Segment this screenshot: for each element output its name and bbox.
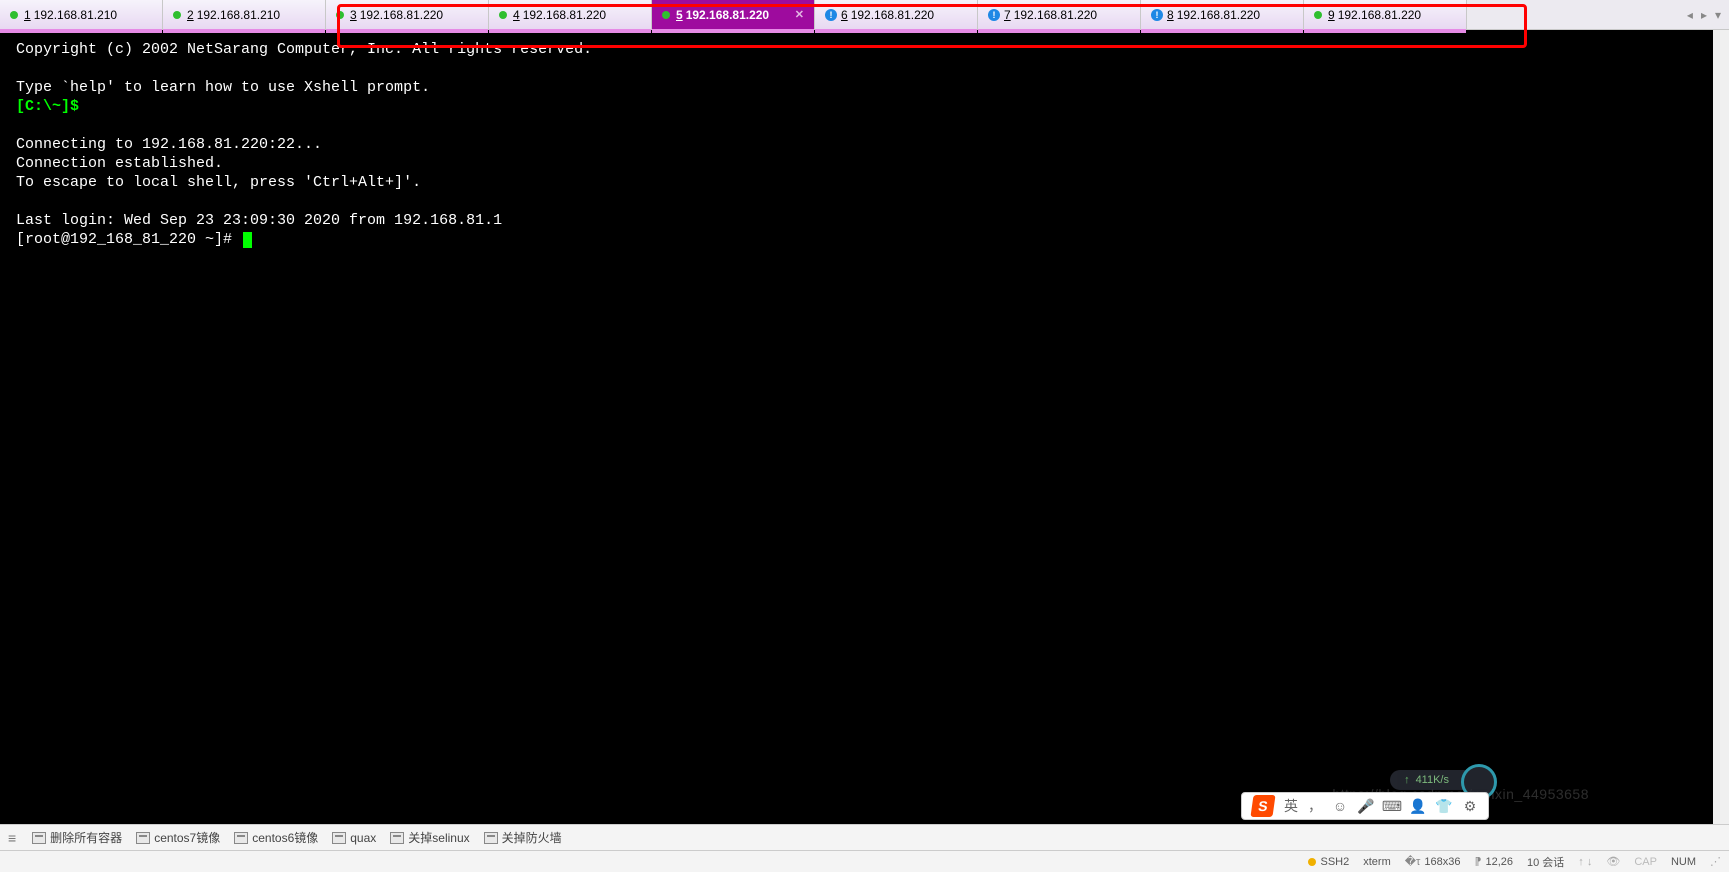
- tab-label: 192.168.81.220: [1014, 8, 1097, 22]
- terminal-prompt: [C:\~]$: [16, 98, 79, 115]
- connection-dot-icon: [1308, 858, 1316, 866]
- status-cap-lock: CAP: [1634, 856, 1657, 868]
- terminal-line: Copyright (c) 2002 NetSarang Computer, I…: [16, 41, 592, 58]
- status-dot-icon: [10, 11, 18, 19]
- script-icon: [484, 832, 498, 844]
- tab-number: 2: [187, 8, 194, 22]
- tab-label: 192.168.81.210: [197, 8, 280, 22]
- status-dot-icon: [1314, 11, 1322, 19]
- terminal-line: Last login: Wed Sep 23 23:09:30 2020 fro…: [16, 212, 502, 229]
- tab-nav-controls: ◂ ▸ ▾: [1679, 0, 1729, 29]
- script-icon: [390, 832, 404, 844]
- toolbar-label: 关掉selinux: [408, 829, 469, 846]
- tab-number: 5: [676, 8, 683, 22]
- tab-label: 192.168.81.220: [686, 8, 769, 22]
- toolbar-label: centos7镜像: [154, 829, 220, 846]
- ime-toolbar[interactable]: S 英 ， ☺ 🎤 ⌨ 👤 👕 ⚙: [1241, 792, 1489, 820]
- status-term-type: xterm: [1363, 856, 1391, 868]
- tab-scroll-left-icon[interactable]: ◂: [1683, 8, 1697, 22]
- quick-cmd-centos6[interactable]: centos6镜像: [234, 829, 318, 846]
- toolbar-label: quax: [350, 831, 376, 845]
- ime-punctuation[interactable]: ，: [1308, 796, 1322, 816]
- network-speed-widget[interactable]: ↑ 411K/s: [1390, 770, 1479, 790]
- tab-label: 192.168.81.220: [360, 8, 443, 22]
- microphone-icon[interactable]: 🎤: [1358, 798, 1374, 814]
- info-status-icon: !: [1151, 9, 1163, 21]
- close-tab-icon[interactable]: ✕: [787, 8, 804, 21]
- status-font-size: ⁋12,26: [1474, 855, 1513, 868]
- quick-cmd-selinux[interactable]: 关掉selinux: [390, 829, 469, 846]
- skin-icon[interactable]: 👕: [1436, 798, 1452, 814]
- session-tab-5[interactable]: 5192.168.81.220 ✕: [652, 0, 815, 29]
- tab-number: 6: [841, 8, 848, 22]
- script-icon: [32, 832, 46, 844]
- script-icon: [136, 832, 150, 844]
- session-tab-2[interactable]: 2192.168.81.210: [163, 0, 326, 29]
- status-arrows[interactable]: ↑ ↓: [1578, 856, 1592, 868]
- tab-number: 8: [1167, 8, 1174, 22]
- terminal-line: To escape to local shell, press 'Ctrl+Al…: [16, 174, 421, 191]
- tab-label: 192.168.81.210: [34, 8, 117, 22]
- session-tab-1[interactable]: 1192.168.81.210: [0, 0, 163, 29]
- session-tab-9[interactable]: 9192.168.81.220: [1304, 0, 1467, 29]
- status-num-lock: NUM: [1671, 856, 1696, 868]
- quick-cmd-firewall[interactable]: 关掉防火墙: [484, 829, 562, 846]
- status-dot-icon: [173, 11, 181, 19]
- session-tab-6[interactable]: ! 6192.168.81.220: [815, 0, 978, 29]
- toolbar-label: centos6镜像: [252, 829, 318, 846]
- status-dot-icon: [336, 11, 344, 19]
- tab-number: 4: [513, 8, 520, 22]
- tab-label: 192.168.81.220: [1338, 8, 1421, 22]
- terminal-pane[interactable]: Copyright (c) 2002 NetSarang Computer, I…: [0, 30, 1729, 824]
- sogou-logo-icon[interactable]: S: [1250, 795, 1275, 817]
- script-icon: [332, 832, 346, 844]
- terminal-line: Connection established.: [16, 155, 223, 172]
- terminal-line: Connecting to 192.168.81.220:22...: [16, 136, 322, 153]
- status-dot-icon: [499, 11, 507, 19]
- terminal-prompt: [root@192_168_81_220 ~]#: [16, 231, 241, 248]
- toolbar-label: 删除所有容器: [50, 829, 122, 846]
- quick-cmd-quax[interactable]: quax: [332, 831, 376, 845]
- speed-value: 411K/s: [1416, 774, 1449, 786]
- session-tab-3[interactable]: 3192.168.81.220: [326, 0, 489, 29]
- keyboard-icon[interactable]: ⌨: [1384, 798, 1400, 814]
- script-icon: [234, 832, 248, 844]
- status-bar: SSH2 xterm �τ168x36 ⁋12,26 10 会话 ↑ ↓ 👁 C…: [0, 850, 1729, 872]
- ime-language[interactable]: 英: [1284, 796, 1298, 816]
- info-status-icon: !: [988, 9, 1000, 21]
- quick-command-toolbar: ≡ 删除所有容器 centos7镜像 centos6镜像 quax 关掉seli…: [0, 824, 1729, 850]
- tab-number: 1: [24, 8, 31, 22]
- tab-scroll-right-icon[interactable]: ▸: [1697, 8, 1711, 22]
- info-status-icon: !: [825, 9, 837, 21]
- emoji-icon[interactable]: ☺: [1332, 798, 1348, 814]
- tab-number: 7: [1004, 8, 1011, 22]
- quick-cmd-delete-containers[interactable]: 删除所有容器: [32, 829, 122, 846]
- user-icon[interactable]: 👤: [1410, 798, 1426, 814]
- session-tab-4[interactable]: 4192.168.81.220: [489, 0, 652, 29]
- status-session-count: 10 会话: [1527, 854, 1564, 870]
- cursor-icon: [243, 232, 252, 248]
- session-tab-8[interactable]: ! 8192.168.81.220: [1141, 0, 1304, 29]
- toolbox-icon[interactable]: ⚙: [1462, 798, 1478, 814]
- status-eye-icon[interactable]: 👁: [1606, 855, 1620, 868]
- upload-arrow-icon: ↑: [1404, 774, 1410, 786]
- vertical-scrollbar[interactable]: [1713, 30, 1729, 824]
- status-dot-icon: [662, 11, 670, 19]
- menu-icon[interactable]: ≡: [6, 830, 18, 846]
- status-ssh: SSH2: [1308, 856, 1349, 868]
- quick-cmd-centos7[interactable]: centos7镜像: [136, 829, 220, 846]
- tab-label: 192.168.81.220: [851, 8, 934, 22]
- tab-label: 192.168.81.220: [523, 8, 606, 22]
- toolbar-label: 关掉防火墙: [502, 829, 562, 846]
- tab-label: 192.168.81.220: [1177, 8, 1260, 22]
- tab-menu-dropdown-icon[interactable]: ▾: [1711, 8, 1725, 22]
- status-term-size: �τ168x36: [1405, 855, 1461, 868]
- tab-number: 9: [1328, 8, 1335, 22]
- terminal-line: Type `help' to learn how to use Xshell p…: [16, 79, 430, 96]
- tab-strip: 1192.168.81.210 2192.168.81.210 3192.168…: [0, 0, 1729, 30]
- status-resize-grip-icon[interactable]: ⋰: [1710, 855, 1721, 868]
- tab-number: 3: [350, 8, 357, 22]
- session-tab-7[interactable]: ! 7192.168.81.220: [978, 0, 1141, 29]
